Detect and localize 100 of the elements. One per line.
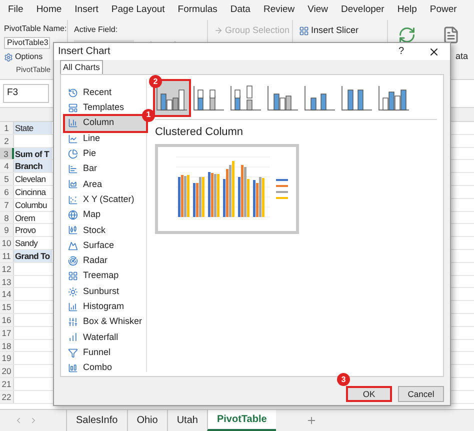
row-number[interactable]: 13: [0, 276, 14, 288]
pie-chart-icon: [68, 148, 78, 159]
table-cell-text: Sandy: [14, 237, 39, 249]
row-number[interactable]: 20: [0, 365, 14, 377]
arrow-right-icon: [214, 26, 223, 36]
chart-type-item[interactable]: Waterfall: [65, 330, 146, 346]
chart-type-item[interactable]: Surface: [65, 238, 146, 254]
slicer-icon: [299, 26, 309, 36]
chart-type-item[interactable]: Stock: [65, 222, 146, 238]
chart-type-item[interactable]: Combo: [65, 360, 146, 376]
document-icon: [442, 26, 460, 44]
bar-chart-icon: [68, 164, 78, 174]
row-number[interactable]: 9: [0, 224, 14, 236]
dialog-button[interactable]: Cancel: [398, 386, 444, 402]
waterfall-icon: [68, 332, 78, 342]
row-number[interactable]: 10: [0, 237, 14, 249]
row-number[interactable]: 19: [0, 352, 14, 364]
ribbon-tab[interactable]: Insert: [74, 2, 98, 18]
column-chart-icon: [266, 84, 300, 112]
row-number[interactable]: 14: [0, 288, 14, 300]
ribbon-tab[interactable]: Home: [36, 2, 62, 18]
row-number[interactable]: 4: [0, 160, 14, 172]
chart-type-item[interactable]: Radar: [65, 253, 146, 269]
field-label: Active Field:: [74, 24, 119, 36]
ribbon-tab[interactable]: Data: [230, 2, 250, 18]
subtype-title: Clustered Column: [155, 125, 244, 140]
column-chart-icon: [68, 118, 78, 128]
chart-type-item[interactable]: Map: [65, 207, 146, 223]
chart-type-item[interactable]: Column: [65, 116, 146, 131]
name-box[interactable]: F3: [3, 84, 49, 103]
table-cell: Sum of T: [14, 148, 52, 160]
ribbon-tab[interactable]: View: [308, 2, 328, 18]
table-cell-text: Clevelan: [14, 173, 47, 185]
chart-type-item[interactable]: Treemap: [65, 268, 146, 284]
refresh-icon: [398, 26, 416, 44]
template-icon: [68, 102, 78, 113]
chevron-left-icon: [14, 416, 23, 425]
row-number[interactable]: 15: [0, 301, 14, 313]
row-number[interactable]: 11: [0, 250, 14, 262]
row-number[interactable]: 3: [0, 148, 14, 160]
chart-type-item[interactable]: Area: [65, 176, 146, 192]
table-cell-text: Cincinna: [14, 186, 47, 198]
ribbon-tab[interactable]: Review: [263, 2, 295, 18]
settings-icon: [4, 52, 13, 62]
insert-slicer-button[interactable]: Insert Slicer: [299, 24, 387, 38]
options-button[interactable]: Options: [4, 52, 43, 62]
column-chart-icon: [229, 84, 263, 112]
chart-type-item[interactable]: Funnel: [65, 345, 146, 360]
sheet-tab[interactable]: SalesInfo: [66, 410, 127, 431]
dialog-button[interactable]: OK: [346, 386, 392, 402]
chart-type-item[interactable]: Box & Whisker: [65, 314, 146, 330]
ribbon-button-label[interactable]: ata: [455, 50, 468, 64]
funnel-icon: [68, 348, 78, 358]
row-number[interactable]: 7: [0, 198, 14, 211]
area-chart-icon: [68, 179, 78, 190]
chart-type-item[interactable]: Pie: [65, 146, 146, 162]
close-icon[interactable]: [428, 46, 440, 58]
ribbon-tab[interactable]: Developer: [341, 2, 384, 18]
help-button[interactable]: ?: [398, 44, 404, 60]
row-number[interactable]: 21: [0, 378, 14, 390]
row-number[interactable]: 8: [0, 212, 14, 224]
chevron-right-icon: [29, 416, 38, 425]
chart-type-item[interactable]: Recent: [65, 85, 146, 100]
pivot-name-field[interactable]: PivotTable3: [4, 37, 50, 49]
surface-chart-icon: [68, 240, 78, 251]
line-chart-icon: [68, 134, 78, 144]
table-cell: State: [14, 122, 52, 134]
chart-type-item[interactable]: Sunburst: [65, 284, 146, 300]
dialog-title: Insert Chart: [58, 45, 110, 60]
step-badge: 3: [337, 373, 350, 386]
ribbon-tab[interactable]: File: [8, 2, 24, 18]
column-chart-icon: [192, 84, 226, 112]
column-chart-icon: [340, 84, 374, 112]
column-chart-icon: [377, 84, 411, 112]
table-cell-text: Orem: [14, 212, 36, 224]
row-number[interactable]: 16: [0, 314, 14, 326]
row-number[interactable]: 18: [0, 340, 14, 352]
ribbon-tab[interactable]: Formulas: [178, 2, 218, 18]
row-number[interactable]: 22: [0, 390, 14, 403]
row-number[interactable]: 1: [0, 122, 14, 134]
chart-type-item[interactable]: Line: [65, 130, 146, 146]
table-cell-text: Columbu: [14, 198, 48, 211]
sheet-tab[interactable]: PivotTable: [206, 410, 276, 431]
chart-type-item[interactable]: Bar: [65, 161, 146, 177]
row-number[interactable]: 5: [0, 173, 14, 185]
ribbon-tab[interactable]: Power: [430, 2, 457, 18]
row-number[interactable]: 6: [0, 186, 14, 198]
row-number[interactable]: 17: [0, 326, 14, 339]
ribbon-tab[interactable]: Page Layout: [111, 2, 165, 18]
chart-type-item[interactable]: Histogram: [65, 299, 146, 314]
row-number[interactable]: 12: [0, 262, 14, 275]
combo-chart-icon: [68, 362, 78, 373]
ribbon-tab[interactable]: Help: [397, 2, 417, 18]
row-number[interactable]: 2: [0, 134, 14, 147]
dialog-tab[interactable]: All Charts: [60, 60, 103, 74]
add-sheet-icon: [306, 415, 317, 426]
scatter-chart-icon: [68, 194, 78, 205]
sheet-tab[interactable]: Ohio: [126, 410, 167, 431]
table-cell-text: Provo: [14, 224, 37, 236]
chart-type-item[interactable]: X Y (Scatter): [65, 192, 146, 208]
